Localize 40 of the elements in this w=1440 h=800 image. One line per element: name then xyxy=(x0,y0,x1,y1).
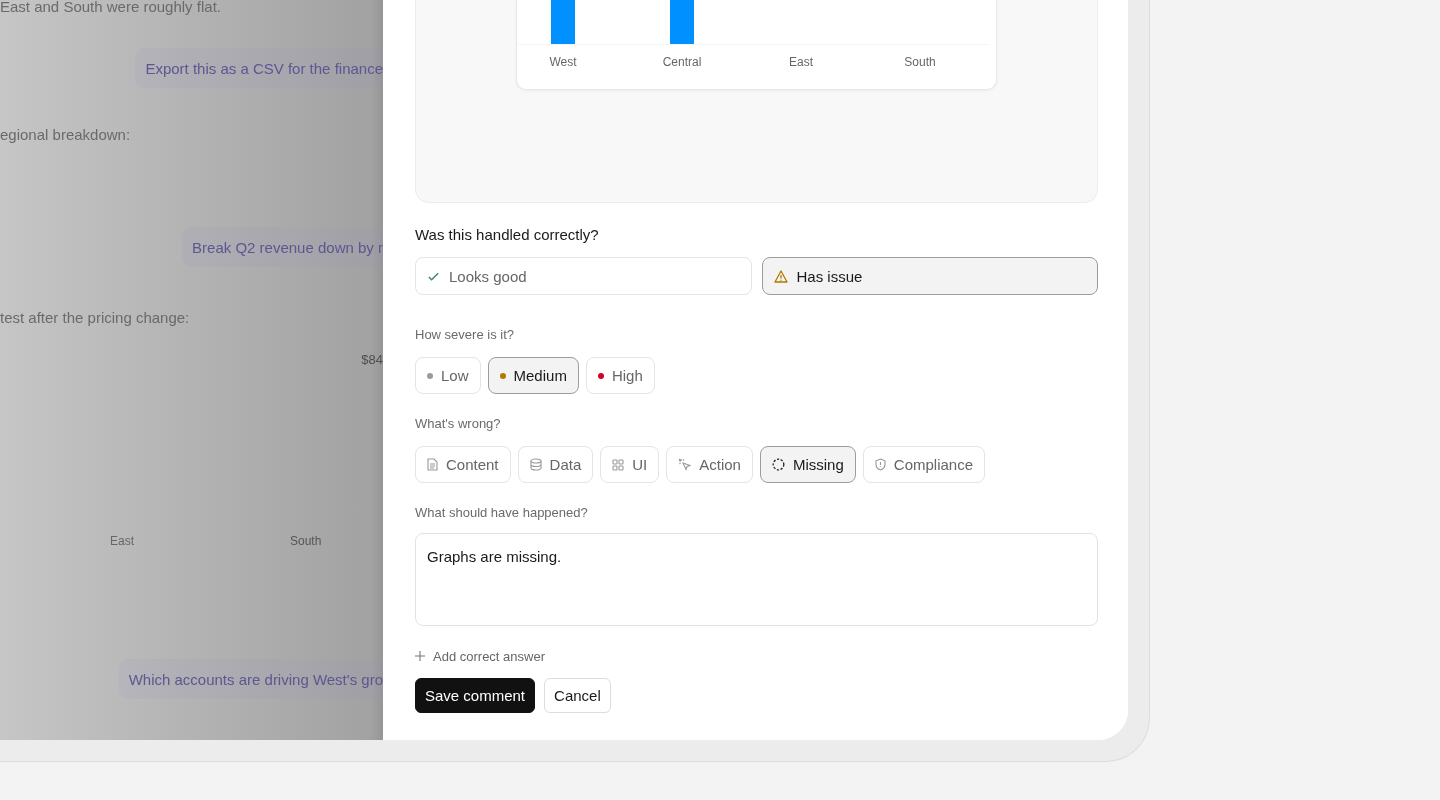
category-chip[interactable]: UI xyxy=(600,446,660,483)
chat-text: test after the pricing change: xyxy=(0,308,190,328)
cursor-click-icon xyxy=(678,458,692,471)
question-label: What's wrong? xyxy=(415,416,502,432)
category-chip[interactable]: Content xyxy=(415,446,511,483)
add-answer-link[interactable]: Add correct answer xyxy=(415,647,545,665)
verdict-option[interactable]: Looks good xyxy=(415,257,752,295)
grid-icon xyxy=(612,458,625,471)
warning-icon xyxy=(773,269,788,283)
plus-icon xyxy=(415,651,425,661)
user-message: Which accounts are driving West's gro xyxy=(118,659,383,699)
axis-label: East xyxy=(110,533,134,550)
category-chip[interactable]: Data xyxy=(517,446,594,483)
cancel-button[interactable]: Cancel xyxy=(544,678,611,713)
question-label: Was this handled correctly? xyxy=(415,226,600,244)
chat-text: egional breakdown: xyxy=(0,125,131,145)
severity-chip[interactable]: Low xyxy=(415,357,481,394)
category-chip[interactable]: Compliance xyxy=(862,446,985,483)
chart-value: $84 xyxy=(361,351,383,369)
axis-label: South xyxy=(904,54,936,70)
question-label: How severe is it? xyxy=(415,327,515,343)
verdict-option[interactable]: Has issue xyxy=(761,257,1098,295)
dashed-circle-icon xyxy=(771,458,785,471)
document-icon xyxy=(427,458,438,471)
axis-label: Central xyxy=(662,54,702,70)
save-button[interactable]: Save comment xyxy=(415,678,536,713)
category-chip[interactable]: Missing xyxy=(759,446,856,483)
user-message: Break Q2 revenue down by r xyxy=(182,227,383,267)
user-message: Export this as a CSV for the finance xyxy=(135,48,383,88)
axis-label: South xyxy=(290,533,322,550)
category-chip[interactable]: Action xyxy=(666,446,753,483)
answer-field[interactable]: Graphs are missing. xyxy=(415,533,1098,626)
severity-chip[interactable]: Medium xyxy=(487,357,579,394)
severity-chip[interactable]: High xyxy=(585,357,655,394)
question-label: What should have happened? xyxy=(415,505,589,521)
axis-label: East xyxy=(789,54,813,70)
chat-text: East and South were roughly flat. xyxy=(0,0,221,17)
shield-icon xyxy=(874,458,886,471)
database-icon xyxy=(529,458,542,471)
axis-label: West xyxy=(549,54,577,70)
